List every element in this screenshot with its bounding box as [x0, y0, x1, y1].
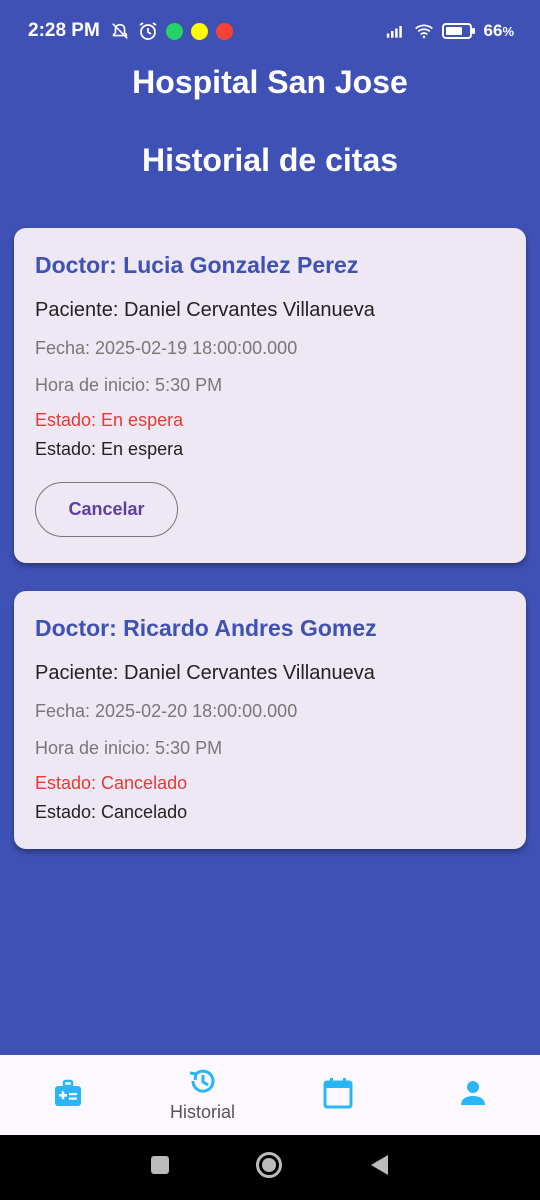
status-bar: 2:28 PM 66%	[0, 0, 540, 62]
app-notification-icon	[215, 22, 233, 40]
signal-icon	[386, 21, 406, 41]
doctor-name: Doctor: Lucia Gonzalez Perez	[35, 252, 359, 278]
nav-item-historial[interactable]: Historial	[135, 1055, 270, 1135]
alarm-icon	[138, 21, 158, 41]
appointment-date: Fecha: 2025-02-20 18:00:00.000	[35, 701, 298, 721]
calendar-icon	[323, 1077, 353, 1114]
recent-apps-button[interactable]	[150, 1155, 170, 1180]
status-highlight: Estado: Cancelado	[35, 773, 188, 793]
person-icon	[459, 1079, 487, 1112]
doctor-name: Doctor: Ricardo Andres Gomez	[35, 615, 377, 641]
medical-kit-icon	[53, 1078, 83, 1113]
appointment-card: Doctor: Lucia Gonzalez Perez Paciente: D…	[14, 228, 526, 563]
patient-name: Paciente: Daniel Cervantes Villanueva	[35, 662, 375, 684]
mute-icon	[110, 21, 130, 41]
whatsapp-icon	[165, 22, 183, 40]
status-text: Estado: En espera	[35, 439, 184, 459]
app-title: Hospital San Jose	[132, 64, 408, 100]
status-right: 66%	[386, 21, 514, 41]
page-title: Historial de citas	[141, 142, 399, 178]
patient-name: Paciente: Daniel Cervantes Villanueva	[35, 299, 375, 321]
nav-item-medical[interactable]	[0, 1055, 135, 1135]
home-button[interactable]	[255, 1151, 283, 1184]
nav-item-profile[interactable]	[405, 1055, 540, 1135]
wifi-icon	[414, 21, 434, 41]
appointment-start-time: Hora de inicio: 5:30 PM	[35, 738, 223, 758]
status-time: 2:28 PM	[28, 20, 100, 41]
appointment-list: Doctor: Lucia Gonzalez Perez Paciente: D…	[14, 228, 526, 877]
bottom-navigation: Historial	[0, 1055, 540, 1135]
appointment-date: Fecha: 2025-02-19 18:00:00.000	[35, 338, 298, 358]
status-text: Estado: Cancelado	[35, 802, 188, 822]
status-left: 2:28 PM	[28, 20, 233, 42]
status-highlight: Estado: En espera	[35, 410, 184, 430]
system-navigation-bar	[0, 1135, 540, 1200]
appointment-card: Doctor: Ricardo Andres Gomez Paciente: D…	[14, 591, 526, 849]
nav-label-historial: Historial	[169, 1102, 235, 1122]
snapchat-icon	[190, 22, 208, 40]
nav-item-calendar[interactable]	[270, 1055, 405, 1135]
history-icon	[188, 1067, 218, 1100]
back-button[interactable]	[368, 1153, 390, 1182]
cancel-button[interactable]: Cancelar	[35, 482, 178, 537]
battery-icon	[441, 21, 476, 41]
appointment-start-time: Hora de inicio: 5:30 PM	[35, 375, 223, 395]
battery-percent: 66%	[483, 21, 514, 40]
